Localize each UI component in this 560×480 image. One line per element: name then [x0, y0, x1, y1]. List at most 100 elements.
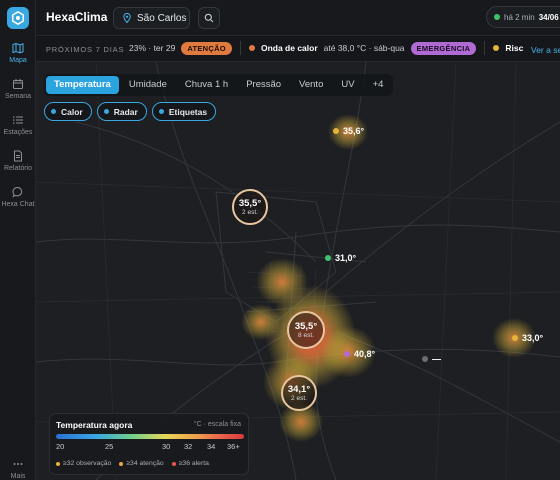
station-temperature: 31,0° — [335, 253, 357, 263]
tab-vento[interactable]: Vento — [291, 76, 331, 94]
chat-icon — [12, 187, 23, 198]
station-cluster[interactable]: 35,5° 2 est. — [232, 189, 268, 225]
tab-pressao[interactable]: Pressão — [238, 76, 289, 94]
station-temperature: 35,6° — [343, 126, 365, 136]
list-icon — [13, 116, 23, 124]
temperature-legend: Temperatura agora °C · escala fixa 20 25… — [49, 413, 249, 475]
legend-tick: 25 — [105, 442, 114, 451]
overlay-chips: Calor Radar Etiquetas — [44, 102, 217, 121]
chip-etiquetas[interactable]: Etiquetas — [151, 102, 217, 121]
nav-item-mais[interactable]: Mais — [0, 458, 36, 480]
search-button[interactable] — [198, 7, 220, 29]
chip-dot-icon — [158, 109, 164, 114]
nav-item-estacoes[interactable]: Estações — [0, 114, 36, 136]
attention-badge[interactable]: ATENÇÃO — [181, 41, 232, 55]
chip-dot-icon — [51, 109, 56, 114]
cluster-temperature: 34,1° — [287, 384, 311, 395]
station-cluster[interactable]: 35,5° 8 est. — [287, 311, 325, 349]
cluster-temperature: 35,5° — [238, 198, 262, 209]
legend-tick: 20 — [56, 442, 65, 451]
station-temperature: 33,0° — [522, 333, 544, 343]
ticker-stream: 23% · ter 29 ATENÇÃO Onda de calor até 3… — [129, 41, 523, 55]
nav-item-mapa[interactable]: Mapa — [0, 42, 36, 64]
last-updated: há 2 min — [504, 12, 535, 22]
chip-label: Calor — [61, 106, 83, 117]
city-selector[interactable]: São Carlos — [113, 7, 190, 29]
legend-dot-icon — [171, 461, 176, 466]
tab-umidade[interactable]: Umidade — [121, 76, 175, 94]
station-marker[interactable]: 35,6° — [333, 126, 364, 136]
location-pin-icon — [123, 13, 131, 23]
alert-title[interactable]: Risc — [505, 43, 523, 53]
nav-label: Mais — [10, 473, 26, 480]
ticker-label: PRÓXIMOS 7 DIAS — [46, 45, 125, 54]
ticker-divider — [239, 41, 241, 55]
see-all-link[interactable]: Ver a se — [531, 45, 560, 55]
station-dot-icon — [344, 351, 350, 357]
app-title: HexaClima — [46, 10, 108, 24]
legend-key-label: ≥34 atenção — [126, 460, 164, 467]
chip-radar[interactable]: Radar — [96, 102, 147, 121]
legend-ticks: 20 25 30 32 34 36+ — [56, 442, 244, 452]
nav-label: Estações — [3, 129, 33, 136]
station-temperature: — — [432, 354, 441, 364]
chip-label: Etiquetas — [168, 106, 208, 117]
station-dot-icon — [333, 128, 339, 134]
nav-item-relatorio[interactable]: Relatório — [0, 150, 36, 172]
search-icon — [204, 13, 214, 23]
chip-calor[interactable]: Calor — [44, 102, 92, 121]
alert-text: 23% · ter 29 — [129, 43, 176, 53]
status-time: 34/06 — [538, 12, 559, 22]
legend-keys: ≥32 observação ≥34 atenção ≥36 alerta — [56, 460, 209, 467]
emergency-badge[interactable]: EMERGÊNCIA — [410, 41, 477, 55]
legend-key-label: ≥32 observação — [63, 460, 112, 467]
legend-unit: °C · escala fixa — [193, 421, 241, 428]
cluster-temperature: 35,5° — [294, 321, 318, 332]
tab-temperatura[interactable]: Temperatura — [46, 76, 119, 94]
station-dot-icon — [512, 335, 518, 341]
cluster-station-count: 2 est. — [242, 209, 258, 216]
layer-tabs: Temperatura Umidade Chuva 1 h Pressão Ve… — [44, 74, 394, 96]
station-dot-icon — [325, 255, 331, 261]
station-cluster[interactable]: 34,1° 2 est. — [281, 375, 317, 411]
live-status: há 2 min 34/06 — [486, 6, 560, 28]
tab-more[interactable]: +4 — [365, 76, 392, 94]
legend-color-scale — [56, 434, 244, 439]
weather-map[interactable]: Temperatura Umidade Chuva 1 h Pressão Ve… — [36, 62, 560, 480]
station-dot-icon — [422, 356, 428, 362]
alert-dot-icon — [248, 45, 255, 51]
nav-item-semana[interactable]: Semana — [0, 78, 36, 100]
legend-tick: 34 — [207, 442, 216, 451]
chip-dot-icon — [103, 109, 109, 114]
chip-label: Radar — [113, 106, 138, 117]
cluster-station-count: 2 est. — [291, 395, 307, 402]
station-marker[interactable]: — — [422, 354, 441, 364]
more-icon — [13, 463, 23, 465]
station-marker[interactable]: 31,0° — [325, 253, 356, 263]
legend-tick: 30 — [162, 442, 171, 451]
legend-dot-icon — [56, 461, 60, 466]
tab-chuva[interactable]: Chuva 1 h — [177, 76, 236, 94]
side-rail: Mapa Semana Estações Relatório Hexa Chat… — [0, 0, 36, 480]
legend-key: ≥34 atenção — [119, 460, 164, 467]
legend-title: Temperatura agora — [56, 420, 133, 430]
alert-title[interactable]: Onda de calor — [261, 43, 318, 53]
nav-item-hexa-chat[interactable]: Hexa Chat — [0, 186, 36, 208]
legend-dot-icon — [119, 461, 124, 466]
ticker-divider — [484, 41, 486, 55]
nav-label: Hexa Chat — [1, 201, 35, 208]
station-marker[interactable]: 40,8° — [344, 349, 375, 359]
map-icon — [12, 42, 24, 54]
hexaclima-logo-icon[interactable] — [7, 7, 29, 29]
alert-text: até 38,0 °C · sáb-qua — [323, 43, 405, 53]
cluster-station-count: 8 est. — [298, 332, 314, 339]
legend-key: ≥36 alerta — [171, 460, 209, 467]
tab-uv[interactable]: UV — [333, 76, 362, 94]
forecast-alert-ticker: PRÓXIMOS 7 DIAS 23% · ter 29 ATENÇÃO Ond… — [36, 37, 560, 62]
legend-tick: 32 — [184, 442, 193, 451]
calendar-icon — [13, 79, 23, 89]
nav-label: Semana — [4, 93, 32, 100]
city-name: São Carlos — [137, 12, 187, 24]
station-marker[interactable]: 33,0° — [512, 333, 543, 343]
alert-dot-icon — [493, 45, 500, 51]
